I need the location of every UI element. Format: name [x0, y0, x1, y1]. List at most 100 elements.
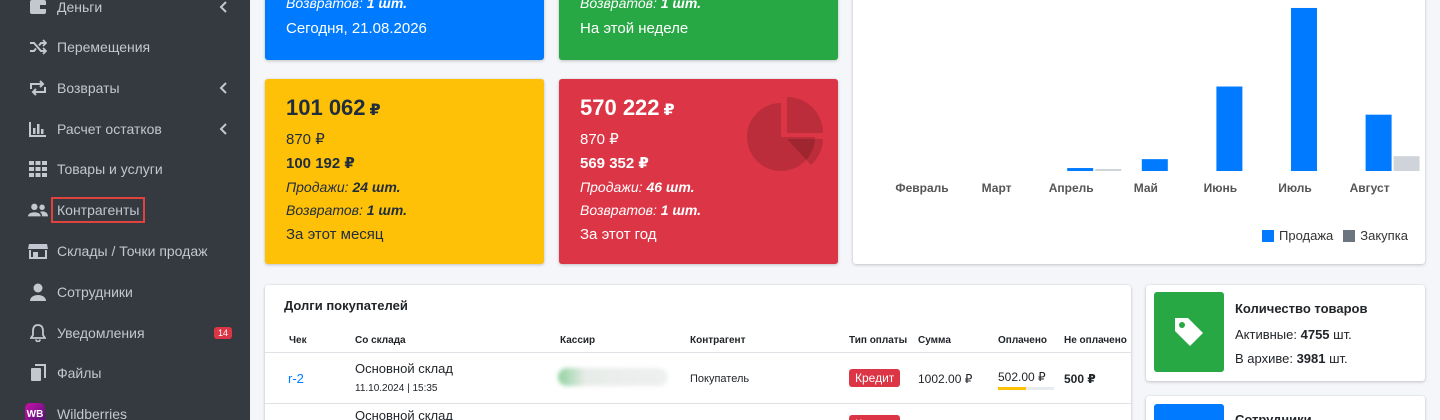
col-header-warehouse[interactable]: Со склада: [355, 335, 406, 346]
pay-type-badge: Кредит: [849, 415, 901, 420]
users-icon: [28, 200, 48, 220]
sidebar-item-label: Контрагенты: [50, 197, 146, 223]
legend-swatch-purchase: [1343, 229, 1356, 242]
sidebar-item-label: Wildberries: [57, 406, 128, 420]
row-sum: 1002.00 ₽: [918, 372, 973, 386]
divider: [265, 352, 1131, 353]
row-paid: 502.00 ₽: [998, 370, 1046, 384]
pay-type-badge: Кредит: [849, 369, 901, 387]
legend-label-sales[interactable]: Продажа: [1279, 228, 1333, 243]
sidebar-item-returns[interactable]: Возвраты: [0, 68, 250, 108]
sidebar-item-label: Перемещения: [57, 39, 151, 55]
legend-swatch-sales: [1262, 229, 1274, 242]
period-label: За этот месяц: [286, 226, 384, 243]
sidebar-item-label: Файлы: [57, 365, 102, 381]
x-tick-label: Май: [1133, 181, 1158, 195]
sidebar-item-label: Деньги: [57, 0, 103, 15]
sidebar-item-wildberries[interactable]: WB Wildberries: [0, 394, 250, 420]
bar-sales-3[interactable]: [1141, 159, 1168, 171]
sidebar-item-employees[interactable]: Сотрудники: [0, 272, 250, 312]
x-tick-label: Август: [1349, 181, 1390, 195]
paid-progress-fill: [998, 387, 1026, 390]
x-tick-label: Март: [981, 181, 1012, 195]
sidebar-item-notifications[interactable]: Уведомления 14: [0, 313, 250, 353]
x-tick-label: Февраль: [895, 181, 949, 195]
chevron-left-icon: [218, 81, 228, 95]
sidebar-item-goods[interactable]: Товары и услуги: [0, 149, 250, 189]
sales-line: Продажи: 46 шт.: [580, 179, 695, 195]
bar-sales-2[interactable]: [1067, 168, 1094, 171]
line-1: 870 ₽: [286, 131, 325, 148]
bar-sales-4[interactable]: [1216, 86, 1243, 171]
stat-box-month: 101 062 ₽ 870 ₽ 100 192 ₽ Продажи: 24 шт.…: [265, 79, 544, 264]
x-tick-label: Апрель: [1048, 181, 1094, 195]
line-1: 870 ₽: [580, 131, 619, 148]
user-icon: [28, 282, 48, 302]
return-icon: [28, 78, 48, 98]
debts-title: Долги покупателей: [284, 298, 408, 313]
period-label: На этой неделе: [580, 20, 689, 37]
employees-title: Сотрудники: [1235, 412, 1312, 420]
period-label: За этот год: [580, 226, 657, 243]
bar-chart-icon: [28, 119, 48, 139]
col-header-counterparty[interactable]: Контрагент: [690, 335, 745, 346]
sidebar-item-label: Расчет остатков: [57, 121, 162, 137]
sidebar: Деньги Перемещения Возвраты Расчет остат…: [0, 0, 250, 420]
sales-chart: [1067, 7, 1420, 172]
products-archived: В архиве: 3981 шт.: [1235, 351, 1348, 366]
row-datetime: 11.10.2024 | 15:35: [355, 383, 438, 394]
bell-icon: [28, 323, 48, 343]
files-icon: [28, 363, 48, 383]
row-unpaid: 500 ₽: [1064, 372, 1096, 386]
store-icon: [28, 241, 48, 261]
money-icon: [28, 0, 48, 17]
sidebar-item-label: Сотрудники: [57, 284, 133, 300]
sidebar-item-counterparties[interactable]: Контрагенты: [0, 190, 250, 230]
sidebar-item-stock-calc[interactable]: Расчет остатков: [0, 109, 250, 149]
col-header-pay-type[interactable]: Тип оплаты: [849, 335, 907, 346]
returns-line: Возвратов: 1 шт.: [580, 202, 702, 218]
stat-box-year: 570 222 ₽ 870 ₽ 569 352 ₽ Продажи: 46 шт.…: [559, 79, 838, 264]
sidebar-item-label: Склады / Точки продаж: [57, 243, 208, 259]
sales-line: Продажи: 24 шт.: [286, 179, 401, 195]
tag-icon: [1154, 292, 1224, 372]
grid-icon: [28, 159, 48, 179]
warehouse-name: Основной склад: [355, 408, 453, 420]
warehouse-name: Основной склад: [355, 361, 453, 376]
period-label: Сегодня, 21.08.2026: [286, 20, 427, 37]
line-2: 100 192 ₽: [286, 155, 355, 172]
sidebar-item-label: Товары и услуги: [57, 161, 163, 177]
chart-legend: Продажа Закупка: [1262, 228, 1408, 243]
pie-chart-icon: [747, 97, 823, 171]
col-header-check[interactable]: Чек: [289, 335, 307, 346]
check-link[interactable]: r-2: [288, 371, 304, 386]
total-amount: 570 222 ₽: [580, 95, 675, 120]
bar-sales-6[interactable]: [1365, 114, 1392, 171]
stat-box-week: Возвратов: 1 шт. На этой неделе: [559, 0, 838, 60]
col-header-sum[interactable]: Сумма: [918, 335, 951, 346]
legend-label-purchase[interactable]: Закупка: [1360, 228, 1408, 243]
sidebar-item-transfers[interactable]: Перемещения: [0, 27, 250, 67]
counterparty-name: Покупатель: [690, 373, 750, 385]
products-count-title: Количество товаров: [1235, 301, 1368, 316]
sidebar-item-warehouses[interactable]: Склады / Точки продаж: [0, 231, 250, 271]
paid-progress-bar: [998, 387, 1054, 390]
sidebar-item-label: Уведомления: [57, 325, 145, 341]
returns-line: Возвратов: 1 шт.: [286, 202, 408, 218]
cashier-redacted: [558, 368, 668, 386]
sidebar-item-files[interactable]: Файлы: [0, 353, 250, 393]
wb-logo: WB: [25, 403, 45, 420]
bar-purchase-2[interactable]: [1095, 169, 1122, 171]
returns-line: Возвратов: 1 шт.: [286, 0, 408, 11]
col-header-paid[interactable]: Оплачено: [998, 335, 1047, 346]
bar-purchase-6[interactable]: [1393, 156, 1420, 171]
bar-sales-5[interactable]: [1291, 7, 1317, 172]
chevron-left-icon: [218, 0, 228, 14]
shuffle-icon: [28, 37, 48, 57]
sidebar-item-money[interactable]: Деньги: [0, 0, 250, 27]
col-header-cashier[interactable]: Кассир: [560, 335, 595, 346]
col-header-unpaid[interactable]: Не оплачено: [1064, 335, 1127, 346]
notifications-badge: 14: [214, 327, 233, 339]
x-tick-label: Июнь: [1203, 181, 1238, 195]
line-2: 569 352 ₽: [580, 155, 649, 172]
